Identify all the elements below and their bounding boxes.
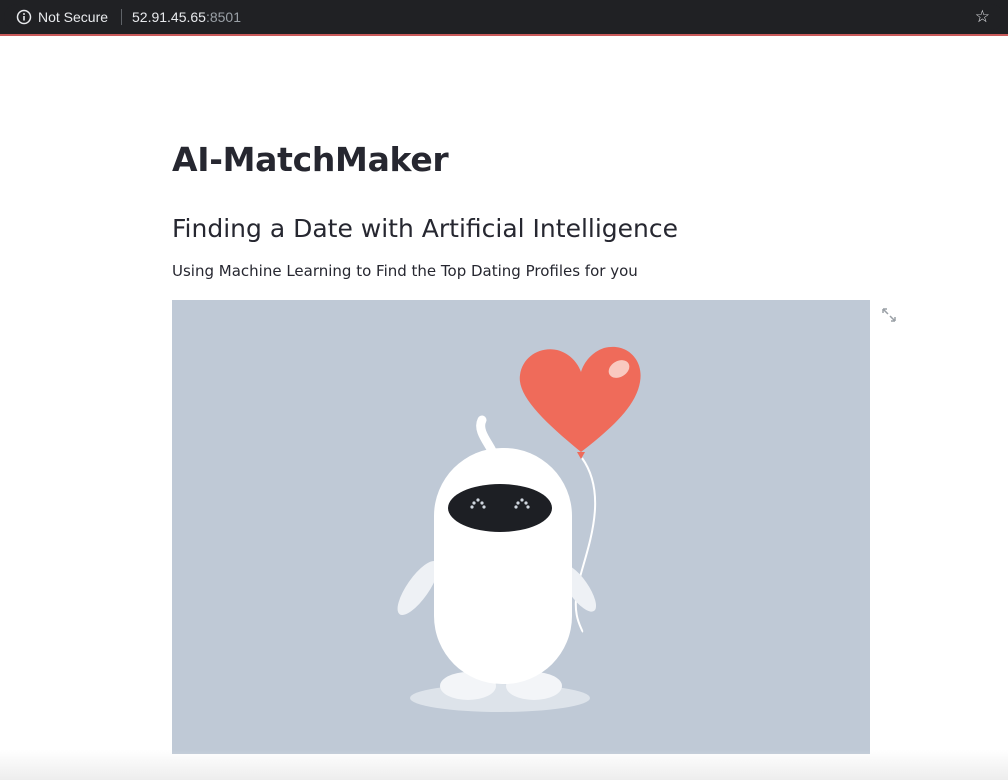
url-text[interactable]: 52.91.45.65:8501	[132, 9, 241, 25]
url-port: :8501	[205, 9, 242, 25]
page-description: Using Machine Learning to Find the Top D…	[172, 262, 638, 280]
page-subtitle: Finding a Date with Artificial Intellige…	[172, 214, 679, 243]
info-icon[interactable]	[16, 9, 32, 25]
robot-illustration	[397, 346, 641, 712]
security-status[interactable]: Not Secure	[38, 9, 108, 25]
address-bar[interactable]: Not Secure 52.91.45.65:8501 ☆	[4, 4, 1004, 30]
url-host: 52.91.45.65	[132, 9, 206, 25]
page-title: AI-MatchMaker	[172, 140, 449, 179]
robot-visor	[448, 484, 552, 532]
bottom-shadow	[0, 750, 1008, 780]
robot-body	[434, 448, 572, 684]
ground-shadow	[410, 684, 590, 712]
browser-toolbar: Not Secure 52.91.45.65:8501 ☆	[0, 0, 1008, 36]
fullscreen-icon[interactable]	[880, 306, 898, 324]
star-icon[interactable]: ☆	[975, 8, 990, 26]
balloon-knot	[577, 452, 585, 459]
hero-image	[172, 300, 870, 754]
address-separator	[121, 9, 122, 25]
